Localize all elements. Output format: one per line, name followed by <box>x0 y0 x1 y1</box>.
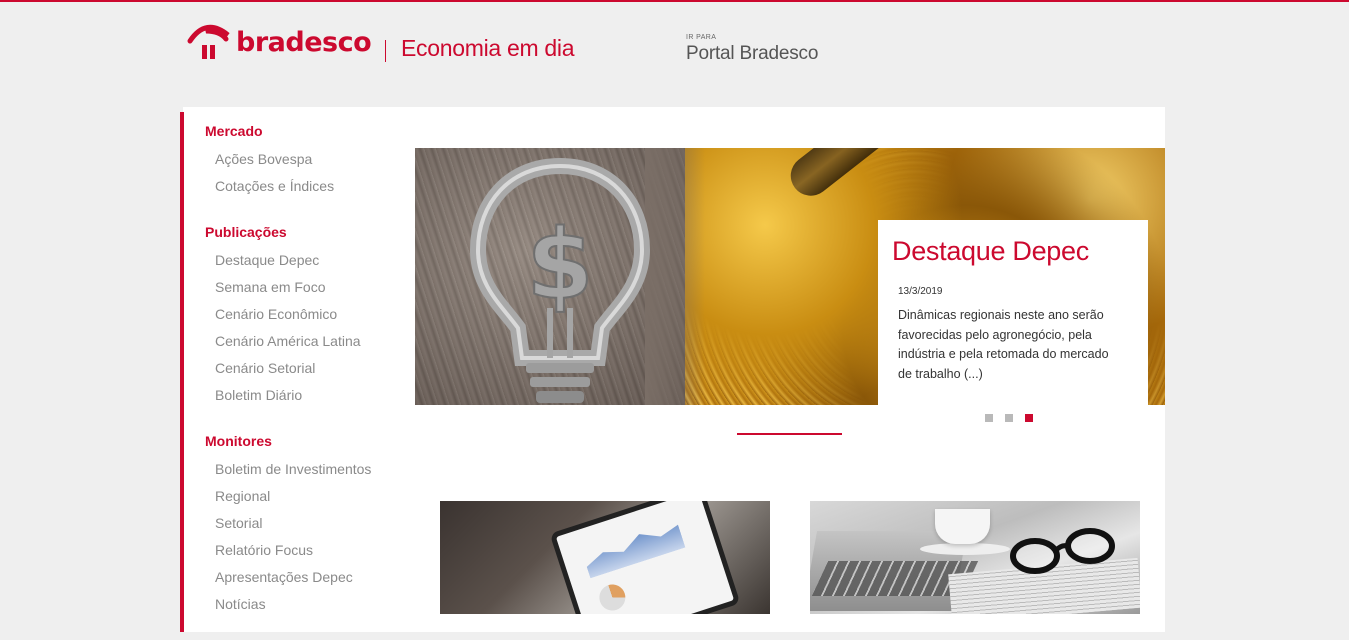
nav-item-cotacoes-indices[interactable]: Cotações e Índices <box>215 178 405 205</box>
portal-link-label: Portal Bradesco <box>686 43 819 64</box>
section-divider <box>737 433 842 435</box>
saucer-image <box>920 543 1010 555</box>
carousel-dot-2[interactable] <box>1005 414 1013 422</box>
nav-item-cenario-setorial[interactable]: Cenário Setorial <box>215 360 405 387</box>
nav-section-publicacoes: Publicações Destaque Depec Semana em Foc… <box>205 222 405 414</box>
nav-section-title: Monitores <box>205 433 272 449</box>
hero-title[interactable]: Destaque Depec <box>892 238 1089 265</box>
sidebar-accent-rule <box>180 112 184 632</box>
nav-item-setorial[interactable]: Setorial <box>215 515 405 542</box>
nav-section-mercado: Mercado Ações Bovespa Cotações e Índices <box>205 121 405 205</box>
hero-date: 13/3/2019 <box>898 286 943 297</box>
nav-section-title: Publicações <box>205 224 287 240</box>
top-accent-line <box>0 0 1349 2</box>
carousel-dot-3-active[interactable] <box>1025 414 1033 422</box>
eyeglasses-icon <box>1010 528 1115 574</box>
chart-pie-graphic <box>595 581 629 614</box>
header-divider <box>385 40 386 62</box>
bradesco-logo[interactable]: bradesco <box>186 20 372 64</box>
carousel-dot-1[interactable] <box>985 414 993 422</box>
svg-text:$: $ <box>527 209 594 321</box>
site-title: Economia em dia <box>401 35 575 61</box>
hero-caption-card[interactable]: Destaque Depec 13/3/2019 Dinâmicas regio… <box>878 220 1148 405</box>
brand-name: bradesco <box>236 26 372 58</box>
sidebar-nav: Mercado Ações Bovespa Cotações e Índices… <box>205 112 405 640</box>
nav-item-boletim-investimentos[interactable]: Boletim de Investimentos <box>215 461 405 488</box>
nav-item-acoes-bovespa[interactable]: Ações Bovespa <box>215 151 405 178</box>
article-thumbnail-tablet-chart[interactable] <box>440 501 770 614</box>
nav-item-semana-em-foco[interactable]: Semana em Foco <box>215 279 405 306</box>
nav-item-cenario-america-latina[interactable]: Cenário América Latina <box>215 333 405 360</box>
nav-item-apresentacoes-depec[interactable]: Apresentações Depec <box>215 569 405 596</box>
nav-item-boletim-diario[interactable]: Boletim Diário <box>215 387 405 414</box>
portal-bradesco-link[interactable]: IR PARA Portal Bradesco <box>686 34 818 63</box>
nav-section-monitores: Monitores Boletim de Investimentos Regio… <box>205 431 405 623</box>
lightbulb-dollar-icon: $ <box>470 158 650 403</box>
hero-blend <box>645 148 705 405</box>
nav-item-regional[interactable]: Regional <box>215 488 405 515</box>
nav-item-noticias[interactable]: Notícias <box>215 596 405 623</box>
bradesco-logo-icon <box>187 24 230 59</box>
nav-item-relatorio-focus[interactable]: Relatório Focus <box>215 542 405 569</box>
article-thumbnail-laptop-newspaper[interactable] <box>810 501 1140 614</box>
coffee-cup-image <box>935 509 990 544</box>
hero-summary: Dinâmicas regionais neste ano serão favo… <box>898 308 1109 381</box>
nav-section-title: Mercado <box>205 123 263 139</box>
carousel-pagination <box>985 414 1033 422</box>
chart-area-graphic <box>581 519 685 578</box>
portal-link-caption: IR PARA <box>686 34 717 41</box>
nav-item-cenario-economico[interactable]: Cenário Econômico <box>215 306 405 333</box>
tablet-image <box>549 501 741 614</box>
nav-item-destaque-depec[interactable]: Destaque Depec <box>215 252 405 279</box>
